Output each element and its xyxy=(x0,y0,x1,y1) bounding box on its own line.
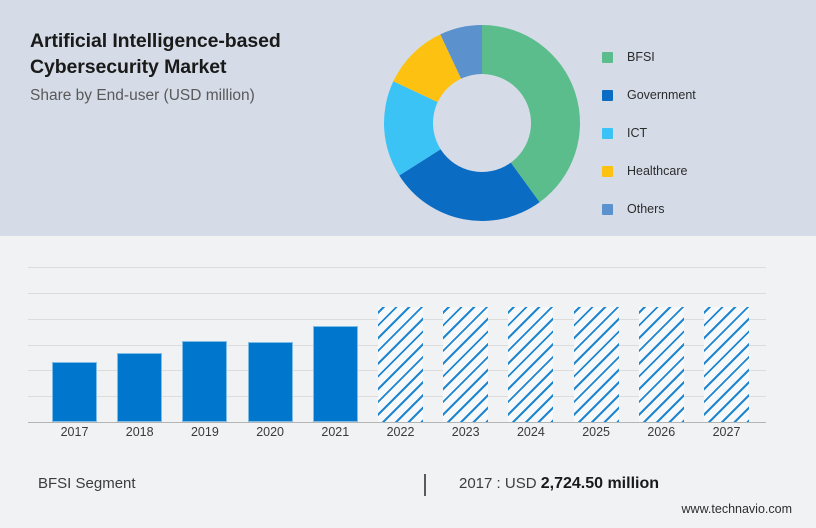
page-subtitle: Share by End-user (USD million) xyxy=(30,87,255,104)
footer-divider xyxy=(424,474,426,496)
legend-swatch-icon xyxy=(602,203,613,215)
footer-url[interactable]: www.technavio.com xyxy=(682,502,792,516)
footer-value: 2017 : USD 2,724.50 million xyxy=(459,475,659,493)
page-title-line-2: Cybersecurity Market xyxy=(30,56,227,78)
x-axis-label-2021: 2021 xyxy=(321,425,350,439)
footer-value-prefix: 2017 : USD xyxy=(459,475,541,492)
legend: BFSI Government ICT Healthcare Others xyxy=(602,38,792,228)
legend-item-government[interactable]: Government xyxy=(602,76,792,114)
footer-segment-label: BFSI Segment xyxy=(38,475,136,492)
legend-label: ICT xyxy=(627,126,648,140)
donut-chart xyxy=(384,25,580,221)
x-axis-label-2022: 2022 xyxy=(386,425,415,439)
infographic-canvas: Artificial Intelligence-based Cybersecur… xyxy=(0,0,816,528)
legend-swatch-icon xyxy=(602,165,613,177)
legend-label: Others xyxy=(627,202,665,216)
x-axis-label-2026: 2026 xyxy=(647,425,676,439)
legend-label: Government xyxy=(627,88,696,102)
legend-swatch-icon xyxy=(602,127,613,139)
donut-hole xyxy=(433,74,531,172)
x-axis-label-2018: 2018 xyxy=(125,425,154,439)
x-axis-label-2024: 2024 xyxy=(516,425,545,439)
x-axis-label-2020: 2020 xyxy=(256,425,284,439)
footer-value-amount: 2,724.50 million xyxy=(540,475,659,492)
legend-swatch-icon xyxy=(602,89,613,101)
legend-item-bfsi[interactable]: BFSI xyxy=(602,38,792,76)
legend-label: BFSI xyxy=(627,50,655,64)
legend-item-ict[interactable]: ICT xyxy=(602,114,792,152)
footer: BFSI Segment 2017 : USD 2,724.50 million… xyxy=(0,462,816,528)
legend-label: Healthcare xyxy=(627,164,688,178)
legend-item-others[interactable]: Others xyxy=(602,190,792,228)
title-block: Artificial Intelligence-based Cybersecur… xyxy=(30,28,370,106)
x-axis-label-2025: 2025 xyxy=(582,425,610,439)
page-title-line-1: Artificial Intelligence-based xyxy=(30,30,281,52)
bar-chart: 2017 2018 2019 2020 2021 2022 2023 2024 2025 2026… xyxy=(0,236,816,462)
x-axis-label-2017: 2017 xyxy=(60,425,89,439)
bar-chart-x-axis-labels: 2017 2018 2019 2020 2021 2022 2023 2024 2025 2026… xyxy=(0,236,816,462)
x-axis-label-2023: 2023 xyxy=(451,425,480,439)
x-axis-label-2027: 2027 xyxy=(712,425,741,439)
donut-chart-svg xyxy=(384,25,580,221)
legend-swatch-icon xyxy=(602,51,613,63)
x-axis-label-2019: 2019 xyxy=(190,425,219,439)
legend-item-healthcare[interactable]: Healthcare xyxy=(602,152,792,190)
header-band: Artificial Intelligence-based Cybersecur… xyxy=(0,0,816,236)
